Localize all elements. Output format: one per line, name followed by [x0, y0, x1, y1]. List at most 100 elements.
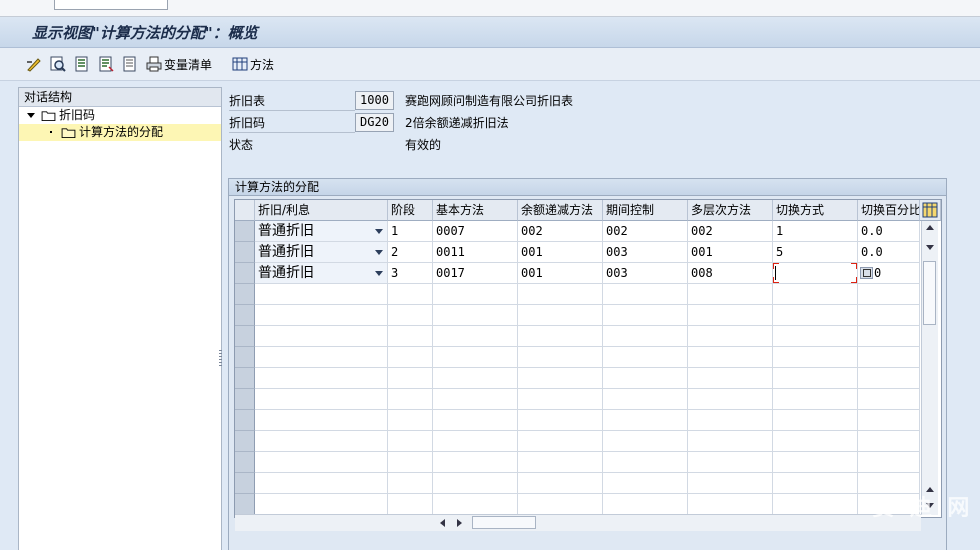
empty-cell[interactable] [603, 452, 688, 473]
empty-cell[interactable] [858, 410, 920, 431]
empty-cell[interactable] [433, 368, 518, 389]
empty-cell[interactable] [688, 305, 773, 326]
table-cell[interactable]: 003 [603, 263, 688, 284]
panel-splitter[interactable] [219, 350, 222, 368]
table-cell[interactable]: 003 [603, 242, 688, 263]
scroll-down-icon[interactable] [926, 245, 934, 250]
column-header[interactable]: 切换方式 [773, 200, 858, 221]
empty-cell[interactable] [688, 389, 773, 410]
depreciation-table-field[interactable]: 1000 [355, 91, 394, 110]
empty-cell[interactable] [518, 410, 603, 431]
table-cell[interactable]: 0017 [433, 263, 518, 284]
tree-expand-icon[interactable] [27, 113, 35, 118]
deselect-all-button[interactable] [122, 55, 138, 73]
table-cell[interactable]: 002 [688, 221, 773, 242]
chevron-down-icon[interactable] [375, 229, 383, 234]
empty-cell[interactable] [773, 305, 858, 326]
empty-cell[interactable] [518, 494, 603, 515]
table-settings-button[interactable] [920, 200, 941, 221]
empty-cell[interactable] [688, 368, 773, 389]
empty-cell[interactable] [603, 410, 688, 431]
tree-item-depreciation-key[interactable]: 折旧码 [19, 107, 221, 124]
empty-cell[interactable] [255, 452, 388, 473]
empty-cell[interactable] [433, 389, 518, 410]
empty-cell[interactable] [388, 284, 433, 305]
command-field[interactable] [54, 0, 168, 10]
select-all-button[interactable] [74, 55, 90, 73]
empty-cell[interactable] [255, 368, 388, 389]
table-cell[interactable]: 0.0 [858, 221, 920, 242]
row-selector[interactable] [235, 452, 255, 473]
table-cell[interactable]: 0011 [433, 242, 518, 263]
empty-cell[interactable] [433, 284, 518, 305]
empty-cell[interactable] [255, 431, 388, 452]
empty-cell[interactable] [773, 494, 858, 515]
column-header[interactable]: 折旧/利息 [255, 200, 388, 221]
table-cell[interactable]: 001 [688, 242, 773, 263]
empty-cell[interactable] [433, 452, 518, 473]
empty-cell[interactable] [603, 431, 688, 452]
empty-cell[interactable] [433, 326, 518, 347]
horizontal-scrollbar[interactable] [235, 514, 921, 531]
table-cell[interactable]: 002 [518, 221, 603, 242]
empty-cell[interactable] [773, 452, 858, 473]
empty-cell[interactable] [603, 305, 688, 326]
table-cell[interactable]: 002 [603, 221, 688, 242]
empty-cell[interactable] [603, 473, 688, 494]
details-button[interactable] [50, 55, 66, 73]
empty-cell[interactable] [603, 494, 688, 515]
depreciation-type-dropdown[interactable]: 普通折旧 [255, 242, 388, 263]
empty-cell[interactable] [388, 305, 433, 326]
empty-cell[interactable] [255, 347, 388, 368]
row-selector[interactable] [235, 305, 255, 326]
empty-cell[interactable] [388, 452, 433, 473]
table-cell[interactable]: 0.0 [858, 242, 920, 263]
empty-cell[interactable] [858, 284, 920, 305]
table-corner[interactable] [235, 200, 255, 221]
empty-cell[interactable] [773, 473, 858, 494]
empty-cell[interactable] [688, 284, 773, 305]
empty-cell[interactable] [688, 410, 773, 431]
empty-cell[interactable] [688, 494, 773, 515]
empty-cell[interactable] [773, 284, 858, 305]
empty-cell[interactable] [518, 326, 603, 347]
variant-list-button[interactable]: 变量清单 [146, 55, 212, 73]
depreciation-type-dropdown[interactable]: 普通折旧 [255, 263, 388, 284]
table-cell[interactable]: 001 [518, 263, 603, 284]
empty-cell[interactable] [433, 431, 518, 452]
empty-cell[interactable] [255, 389, 388, 410]
display-change-button[interactable] [26, 55, 42, 73]
empty-cell[interactable] [858, 326, 920, 347]
empty-cell[interactable] [433, 494, 518, 515]
empty-cell[interactable] [433, 305, 518, 326]
table-cell[interactable]: 0007 [433, 221, 518, 242]
tree-item-assign-calculation-methods[interactable]: 计算方法的分配 [19, 124, 221, 141]
table-cell[interactable]: 5 [773, 242, 858, 263]
row-selector[interactable] [235, 473, 255, 494]
empty-cell[interactable] [388, 410, 433, 431]
empty-cell[interactable] [518, 347, 603, 368]
empty-cell[interactable] [255, 410, 388, 431]
empty-cell[interactable] [858, 389, 920, 410]
row-selector[interactable] [235, 494, 255, 515]
horizontal-scroll-thumb[interactable] [472, 516, 536, 529]
empty-cell[interactable] [518, 284, 603, 305]
empty-cell[interactable] [688, 452, 773, 473]
empty-cell[interactable] [388, 473, 433, 494]
empty-cell[interactable] [773, 431, 858, 452]
row-selector[interactable] [235, 263, 255, 284]
empty-cell[interactable] [388, 431, 433, 452]
empty-cell[interactable] [518, 431, 603, 452]
empty-cell[interactable] [688, 326, 773, 347]
empty-cell[interactable] [255, 305, 388, 326]
empty-cell[interactable] [255, 473, 388, 494]
empty-cell[interactable] [603, 368, 688, 389]
empty-cell[interactable] [603, 326, 688, 347]
empty-cell[interactable] [858, 368, 920, 389]
empty-cell[interactable] [518, 368, 603, 389]
empty-cell[interactable] [773, 410, 858, 431]
empty-cell[interactable] [255, 494, 388, 515]
empty-cell[interactable] [858, 347, 920, 368]
empty-cell[interactable] [773, 347, 858, 368]
empty-cell[interactable] [388, 494, 433, 515]
